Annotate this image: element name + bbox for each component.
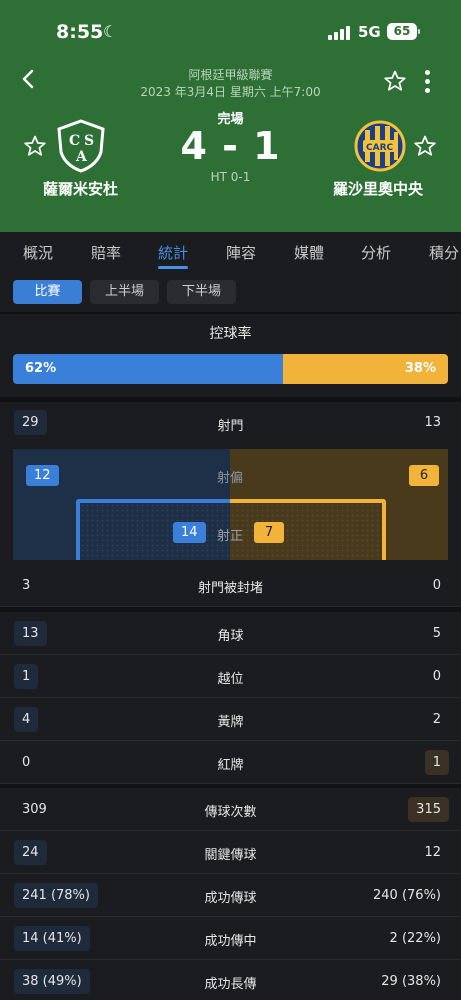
tab-media[interactable]: 媒體	[294, 242, 324, 263]
stat-away-value: 0	[432, 669, 441, 684]
stat-label: 越位	[217, 672, 244, 687]
stat-away-value: 1	[424, 750, 449, 775]
tab-lineup[interactable]: 陣容	[226, 242, 256, 263]
tab-stats[interactable]: 統計	[158, 242, 188, 263]
tab-standings[interactable]: 積分	[429, 242, 459, 263]
stat-row: 24 關鍵傳球 12	[0, 831, 461, 874]
status-bar: 8:55 ☾ 5G 65	[0, 18, 461, 46]
main-tabs: 概況 賠率 統計 陣容 媒體 分析 積分	[0, 232, 461, 272]
stat-row-shots: 29 射門 13	[0, 402, 461, 445]
stat-label: 紅牌	[217, 758, 244, 773]
tab-overview[interactable]: 概況	[23, 242, 53, 263]
stat-row: 4 黃牌 2	[0, 698, 461, 741]
stat-row: 241 (78%) 成功傳球 240 (76%)	[0, 874, 461, 917]
more-options-icon[interactable]	[422, 68, 432, 94]
signal-icon	[328, 26, 350, 40]
stat-away-value: 2 (22%)	[389, 931, 441, 946]
tab-analysis[interactable]: 分析	[361, 242, 391, 263]
stat-away-value: 315	[408, 797, 449, 822]
possession-bar: 62% 38%	[13, 354, 448, 384]
stat-row: 13 角球 5	[0, 612, 461, 655]
off-target-away-value: 6	[409, 465, 439, 486]
possession-away-value: 38%	[404, 361, 436, 376]
on-target-home-value: 14	[173, 522, 206, 543]
shots-label: 射門	[217, 419, 244, 434]
active-tab-indicator	[158, 266, 188, 269]
moon-icon: ☾	[103, 22, 118, 41]
off-target-label: 射偏	[217, 471, 244, 486]
period-tabs: 比賽 上半場 下半場	[0, 272, 461, 312]
away-team-name[interactable]: 羅沙里奧中央	[333, 178, 423, 199]
stat-away-value: 29 (38%)	[381, 974, 441, 989]
stat-row: 38 (49%) 成功長傳 29 (38%)	[0, 960, 461, 1000]
match-header: 8:55 ☾ 5G 65 阿根廷甲級聯賽 2023 年3月4日 星期六 上午7:…	[0, 0, 461, 232]
stat-away-value: 240 (76%)	[373, 888, 441, 903]
status-time: 8:55	[56, 21, 104, 43]
stat-away-value: 5	[432, 626, 441, 641]
on-target-away-value: 7	[254, 522, 284, 543]
shots-away-value: 13	[424, 415, 441, 430]
subtab-first-half[interactable]: 上半場	[90, 280, 159, 304]
stat-row: 3 射門被封堵 0	[0, 564, 461, 607]
subtab-match[interactable]: 比賽	[13, 280, 82, 304]
possession-title: 控球率	[209, 326, 252, 342]
stat-row: 0 紅牌 1	[0, 741, 461, 784]
shot-map: 12 射偏 6 14 射正 7	[13, 449, 448, 560]
possession-home-value: 62%	[25, 361, 57, 376]
stat-away-value: 12	[424, 845, 441, 860]
star-icon[interactable]	[383, 69, 407, 93]
tab-odds[interactable]: 賠率	[91, 242, 121, 263]
subtab-second-half[interactable]: 下半場	[167, 280, 236, 304]
on-target-label: 射正	[217, 529, 244, 544]
away-favorite-star-icon[interactable]	[413, 134, 437, 158]
stat-away-value: 2	[432, 712, 441, 727]
stat-row: 14 (41%) 成功傳中 2 (22%)	[0, 917, 461, 960]
stat-away-value: 0	[432, 578, 441, 593]
stat-label: 角球	[217, 629, 244, 644]
battery-tip	[418, 29, 420, 34]
stat-label: 關鍵傳球	[204, 848, 257, 863]
network-type: 5G	[358, 23, 381, 41]
svg-text:CARC: CARC	[366, 143, 394, 153]
battery-icon: 65	[387, 23, 417, 40]
off-target-home-value: 12	[26, 465, 59, 486]
stat-row: 309 傳球次數 315	[0, 788, 461, 831]
stat-label: 射門被封堵	[197, 581, 263, 596]
stat-row: 1 越位 0	[0, 655, 461, 698]
away-team-logo-icon[interactable]: CARC	[352, 118, 408, 174]
stat-label: 傳球次數	[204, 805, 257, 820]
stat-label: 黃牌	[217, 715, 244, 730]
